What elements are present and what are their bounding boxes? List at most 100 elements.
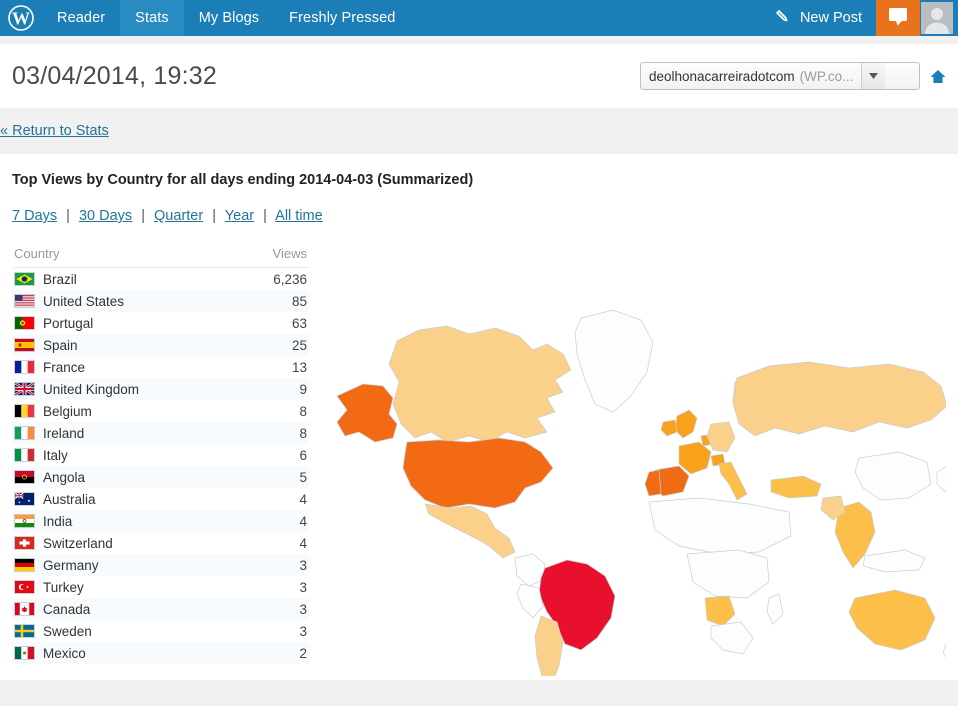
country-name: Brazil bbox=[43, 271, 77, 287]
table-row[interactable]: United States 85 bbox=[12, 290, 309, 312]
map-region-united-kingdom[interactable] bbox=[674, 409, 698, 439]
stats-panel: Top Views by Country for all days ending… bbox=[0, 154, 958, 680]
world-map-svg[interactable] bbox=[319, 246, 946, 676]
table-row[interactable]: Germany 3 bbox=[12, 554, 309, 576]
return-row: « Return to Stats bbox=[0, 108, 958, 154]
map-region-france[interactable] bbox=[678, 441, 712, 475]
country-views: 5 bbox=[299, 469, 307, 485]
period-separator: | bbox=[212, 208, 217, 224]
table-row[interactable]: Angola 5 bbox=[12, 466, 309, 488]
country-views: 4 bbox=[299, 513, 307, 529]
column-header-views: Views bbox=[272, 246, 307, 261]
map-region-madagascar[interactable] bbox=[766, 593, 784, 625]
period-filter-row: 7 Days | 30 Days | Quarter | Year | All … bbox=[12, 208, 946, 224]
table-row[interactable]: Brazil 6,236 bbox=[12, 268, 309, 290]
country-name: Australia bbox=[43, 491, 96, 507]
flag-icon-ca bbox=[14, 602, 35, 616]
table-row[interactable]: Canada 3 bbox=[12, 598, 309, 620]
country-name: Angola bbox=[43, 469, 86, 485]
period-link-year[interactable]: Year bbox=[225, 208, 254, 224]
table-row[interactable]: Belgium 8 bbox=[12, 400, 309, 422]
map-region-newzealand[interactable] bbox=[942, 638, 946, 662]
table-row[interactable]: Spain 25 bbox=[12, 334, 309, 356]
table-row[interactable]: Sweden 3 bbox=[12, 620, 309, 642]
map-region-turkey[interactable] bbox=[770, 475, 822, 499]
map-region-ireland[interactable] bbox=[660, 419, 678, 437]
flag-icon-ie bbox=[14, 426, 35, 440]
user-avatar-button[interactable] bbox=[920, 0, 958, 36]
map-region-peru[interactable] bbox=[516, 583, 544, 619]
map-region-united-states[interactable] bbox=[402, 437, 554, 509]
new-post-label: New Post bbox=[799, 10, 862, 26]
table-row[interactable]: Turkey 3 bbox=[12, 576, 309, 598]
flag-icon-pt bbox=[14, 316, 35, 330]
masterbar-item-label: Reader bbox=[57, 10, 106, 26]
map-region-greenland[interactable] bbox=[574, 309, 654, 413]
country-name: Canada bbox=[43, 601, 91, 617]
masterbar: W Reader Stats My Blogs Freshly Pressed bbox=[0, 0, 958, 36]
map-region-australia[interactable] bbox=[848, 589, 936, 651]
period-link-30-days[interactable]: 30 Days bbox=[79, 208, 132, 224]
table-row[interactable]: Australia 4 bbox=[12, 488, 309, 510]
map-region-japan[interactable] bbox=[936, 466, 946, 493]
map-region-northafrica[interactable] bbox=[648, 497, 792, 555]
map-region-russia[interactable] bbox=[732, 361, 946, 437]
masterbar-item-stats[interactable]: Stats bbox=[120, 0, 184, 36]
map-region-portugal[interactable] bbox=[644, 469, 662, 497]
country-name: Germany bbox=[43, 557, 99, 573]
svg-text:W: W bbox=[12, 9, 30, 29]
masterbar-item-reader[interactable]: Reader bbox=[42, 0, 120, 36]
country-name: Switzerland bbox=[43, 535, 113, 551]
map-region-alaska[interactable] bbox=[336, 383, 398, 443]
stats-content: Country Views Brazil 6,236 United States 85… bbox=[12, 246, 946, 676]
table-row[interactable]: Italy 6 bbox=[12, 444, 309, 466]
map-region-southafrica[interactable] bbox=[710, 621, 754, 655]
flag-icon-se bbox=[14, 624, 35, 638]
chevron-down-icon[interactable] bbox=[861, 63, 886, 89]
country-views: 63 bbox=[291, 315, 307, 331]
new-post-button[interactable]: New Post bbox=[759, 0, 876, 36]
map-region-germany[interactable] bbox=[706, 421, 736, 453]
flag-icon-ch bbox=[14, 536, 35, 550]
table-row[interactable]: India 4 bbox=[12, 510, 309, 532]
flag-icon-us bbox=[14, 294, 35, 308]
home-icon[interactable] bbox=[930, 69, 946, 84]
country-views: 4 bbox=[299, 491, 307, 507]
map-region-indonesia[interactable] bbox=[862, 549, 926, 573]
flag-icon-de bbox=[14, 558, 35, 572]
table-row[interactable]: United Kingdom 9 bbox=[12, 378, 309, 400]
map-region-canada[interactable] bbox=[388, 325, 572, 443]
table-row[interactable]: Ireland 8 bbox=[12, 422, 309, 444]
panel-heading: Top Views by Country for all days ending… bbox=[12, 172, 474, 188]
masterbar-item-freshly-pressed[interactable]: Freshly Pressed bbox=[274, 0, 410, 36]
masterbar-item-my-blogs[interactable]: My Blogs bbox=[184, 0, 274, 36]
flag-icon-tr bbox=[14, 580, 35, 594]
map-region-mexico[interactable] bbox=[424, 503, 516, 559]
country-name: Ireland bbox=[43, 425, 85, 441]
notifications-button[interactable] bbox=[876, 0, 920, 36]
map-region-centralafrica[interactable] bbox=[686, 549, 770, 599]
map-region-angola[interactable] bbox=[704, 595, 736, 627]
period-link-quarter[interactable]: Quarter bbox=[154, 208, 203, 224]
pencil-icon bbox=[773, 7, 792, 30]
site-select[interactable]: deolhonacarreiradotcom (WP.co... bbox=[640, 62, 920, 90]
country-views: 13 bbox=[291, 359, 307, 375]
flag-icon-au bbox=[14, 492, 35, 506]
table-row[interactable]: Switzerland 4 bbox=[12, 532, 309, 554]
masterbar-right-group: New Post bbox=[759, 0, 958, 36]
period-link-all-time[interactable]: All time bbox=[275, 208, 323, 224]
table-row[interactable]: Mexico 2 bbox=[12, 642, 309, 664]
country-name: Turkey bbox=[43, 579, 84, 595]
country-views: 8 bbox=[299, 403, 307, 419]
masterbar-item-label: My Blogs bbox=[198, 10, 260, 26]
table-row[interactable]: France 13 bbox=[12, 356, 309, 378]
period-separator: | bbox=[66, 208, 70, 224]
period-link-7-days[interactable]: 7 Days bbox=[12, 208, 57, 224]
country-views: 8 bbox=[299, 425, 307, 441]
map-region-china[interactable] bbox=[854, 451, 932, 501]
map-region-italy[interactable] bbox=[718, 461, 748, 501]
return-to-stats-link[interactable]: « Return to Stats bbox=[0, 123, 109, 139]
site-select-value: deolhonacarreiradotcom (WP.co... bbox=[641, 63, 861, 89]
table-row[interactable]: Portugal 63 bbox=[12, 312, 309, 334]
wordpress-logo-button[interactable]: W bbox=[0, 0, 42, 36]
